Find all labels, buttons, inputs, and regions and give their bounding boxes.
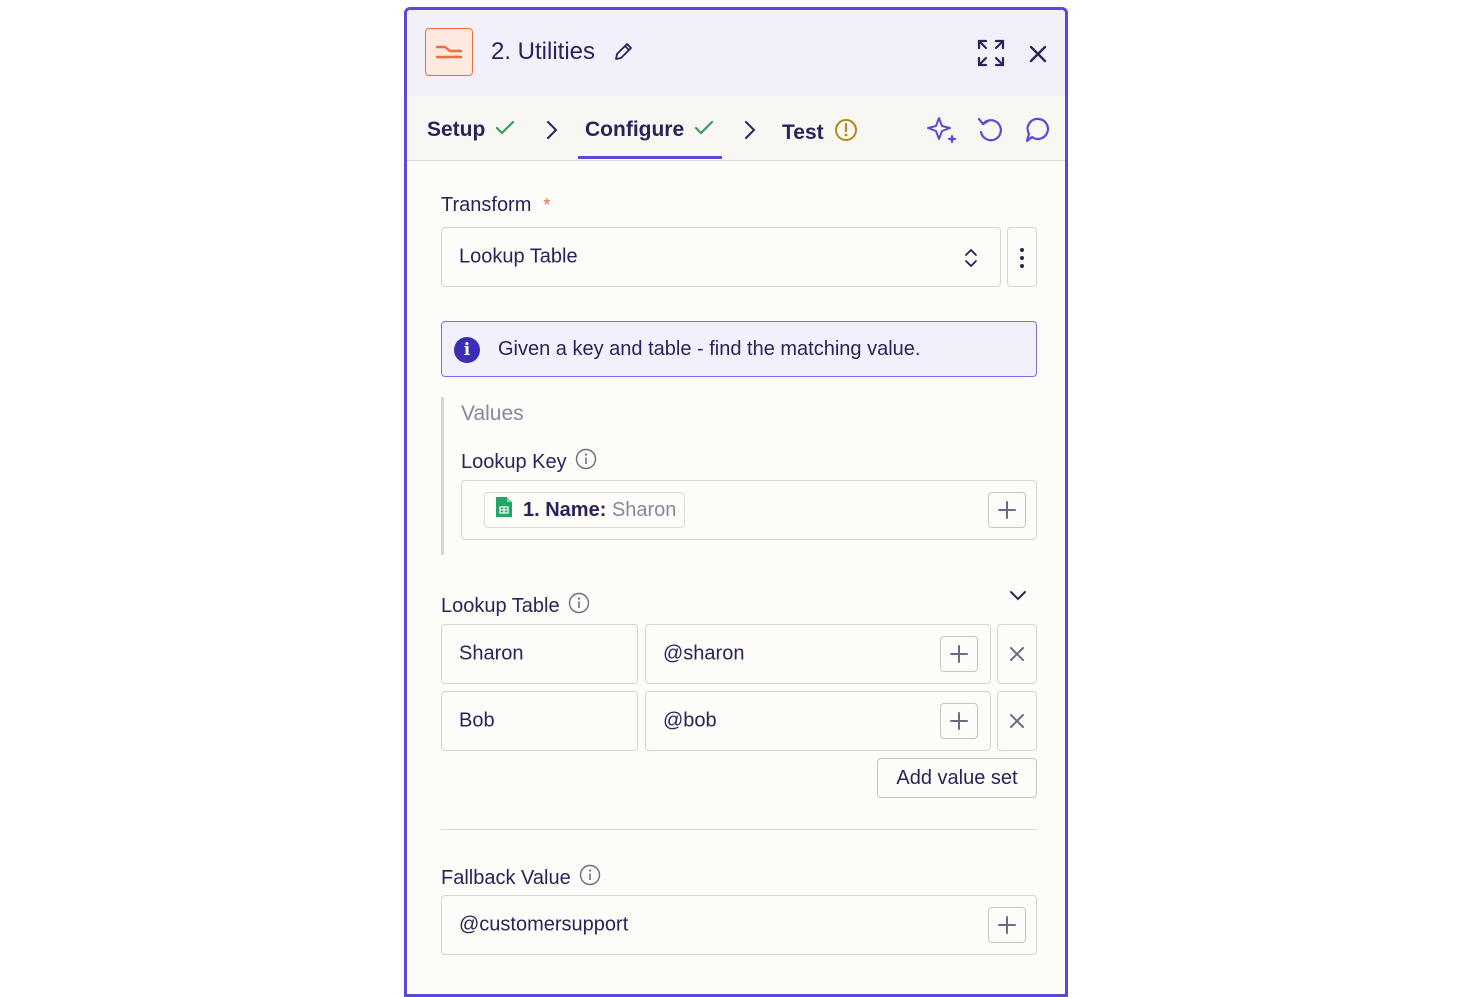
pencil-icon[interactable] (612, 41, 634, 68)
comment-icon[interactable] (1024, 115, 1052, 150)
remove-row-button[interactable] (997, 691, 1037, 751)
plus-icon (950, 645, 968, 663)
insert-data-button[interactable] (988, 492, 1026, 528)
section-divider (441, 829, 1037, 830)
lookup-key-value: Bob (459, 709, 495, 732)
check-icon (694, 118, 714, 142)
utilities-icon (425, 28, 473, 76)
chevron-right-icon (743, 120, 757, 145)
pill-step: 1. Name: (523, 498, 607, 521)
info-icon[interactable] (579, 864, 601, 892)
insert-data-button[interactable] (940, 636, 978, 672)
warning-icon (834, 118, 858, 148)
transform-select[interactable]: Lookup Table (441, 227, 1001, 287)
transform-select-value: Lookup Table (459, 245, 578, 268)
step-editor-panel: 2. Utilities Setup Configure Test Transf… (404, 7, 1068, 997)
sheets-icon (495, 496, 513, 524)
lookup-key-value: Sharon (459, 642, 524, 665)
info-icon[interactable] (568, 592, 590, 620)
remove-row-button[interactable] (997, 624, 1037, 684)
values-group-rail (441, 397, 444, 555)
plus-icon (998, 916, 1016, 934)
fallback-value-field[interactable]: @customersupport (441, 895, 1037, 955)
active-tab-indicator (578, 156, 722, 159)
undo-icon[interactable] (977, 115, 1005, 150)
tab-setup[interactable]: Setup (427, 118, 515, 142)
insert-data-button[interactable] (988, 907, 1026, 943)
lookup-row-value[interactable]: @bob (645, 691, 991, 751)
mapped-field-pill[interactable]: 1. Name: Sharon (484, 492, 686, 528)
info-icon[interactable] (575, 448, 597, 476)
plus-icon (950, 712, 968, 730)
info-banner: i Given a key and table - find the match… (441, 321, 1037, 377)
lookup-row-key[interactable]: Bob (441, 691, 638, 751)
lookup-value-text: @sharon (663, 642, 745, 665)
step-title[interactable]: 2. Utilities (491, 38, 595, 66)
lookup-table-label: Lookup Table (441, 592, 590, 620)
lookup-key-label-text: Lookup Key (461, 450, 567, 473)
chevron-down-icon[interactable] (1008, 589, 1028, 608)
transform-label-text: Transform (441, 194, 532, 216)
transform-more-button[interactable] (1007, 227, 1037, 287)
updown-icon (962, 246, 980, 276)
sparkle-icon[interactable] (927, 115, 959, 150)
transform-label: Transform * (441, 194, 550, 217)
lookup-table-label-text: Lookup Table (441, 594, 560, 617)
add-value-set-button[interactable]: Add value set (877, 758, 1037, 798)
plus-icon (998, 501, 1016, 519)
pill-value: Sharon (611, 498, 677, 521)
more-vertical-icon (1019, 247, 1025, 275)
lookup-key-label: Lookup Key (461, 448, 597, 476)
lookup-row-key[interactable]: Sharon (441, 624, 638, 684)
info-icon: i (454, 337, 480, 363)
lookup-value-text: @bob (663, 709, 717, 732)
tab-test[interactable]: Test (782, 118, 858, 148)
fallback-label: Fallback Value (441, 864, 601, 892)
fallback-value-text: @customersupport (459, 913, 629, 936)
chevron-right-icon (545, 120, 559, 145)
tab-label: Test (782, 121, 824, 144)
check-icon (495, 118, 515, 142)
insert-data-button[interactable] (940, 703, 978, 739)
required-mark: * (543, 195, 551, 215)
expand-icon[interactable] (976, 38, 1006, 73)
close-icon (1010, 647, 1024, 661)
close-icon[interactable] (1027, 43, 1049, 70)
tab-label: Configure (585, 118, 685, 141)
lookup-key-field[interactable]: 1. Name: Sharon (461, 480, 1037, 540)
panel-header: 2. Utilities (407, 10, 1065, 96)
lookup-row-value[interactable]: @sharon (645, 624, 991, 684)
step-tabs: Setup Configure Test (407, 96, 1065, 161)
values-heading: Values (461, 402, 524, 425)
tab-label: Setup (427, 118, 486, 141)
info-banner-text: Given a key and table - find the matchin… (498, 338, 921, 360)
close-icon (1010, 714, 1024, 728)
tab-configure[interactable]: Configure (585, 118, 714, 142)
fallback-label-text: Fallback Value (441, 866, 571, 889)
